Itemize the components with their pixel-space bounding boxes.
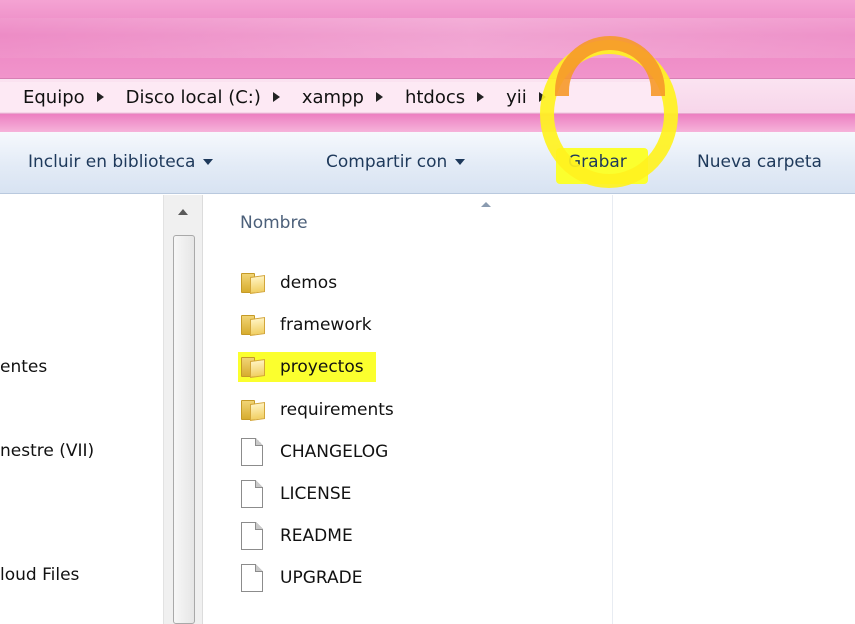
column-header-name[interactable]: Nombre <box>240 213 308 233</box>
list-item[interactable]: demos <box>241 268 337 298</box>
nav-item[interactable]: entes <box>0 357 47 377</box>
list-item-label: CHANGELOG <box>280 442 389 462</box>
list-item[interactable]: UPGRADE <box>241 563 362 593</box>
address-bar[interactable]: Equipo Disco local (C:) xampp htdocs yii <box>0 78 855 114</box>
include-library-button[interactable]: Incluir en biblioteca <box>28 152 214 172</box>
file-icon <box>241 564 263 592</box>
nav-pane-scrollbar[interactable] <box>163 195 203 624</box>
new-folder-button[interactable]: Nueva carpeta <box>697 152 822 172</box>
nav-item[interactable]: loud Files <box>0 565 79 585</box>
list-item[interactable]: CHANGELOG <box>241 437 388 467</box>
chevron-down-icon <box>455 159 466 165</box>
breadcrumb-item-disco-local[interactable]: Disco local (C:) <box>104 87 261 108</box>
list-item[interactable]: README <box>241 521 353 551</box>
list-item[interactable]: LICENSE <box>241 479 351 509</box>
breadcrumb-chevron-icon[interactable] <box>272 92 280 102</box>
folder-icon <box>241 357 265 379</box>
file-icon <box>241 522 263 550</box>
new-folder-label: Nueva carpeta <box>697 152 822 172</box>
breadcrumb-chevron-icon[interactable] <box>375 92 383 102</box>
breadcrumb-item-yii[interactable]: yii <box>484 87 527 108</box>
scrollbar-thumb[interactable] <box>173 235 195 624</box>
title-bar-glass <box>0 18 855 58</box>
list-item[interactable]: requirements <box>241 395 394 425</box>
address-bar-bottom-band <box>0 114 855 132</box>
file-icon <box>241 480 263 508</box>
list-item-label: LICENSE <box>280 484 352 504</box>
breadcrumb-item-htdocs[interactable]: htdocs <box>383 87 465 108</box>
file-icon <box>241 438 263 466</box>
list-item-label: demos <box>280 273 338 293</box>
list-item-label: requirements <box>280 400 394 420</box>
list-item-label: UPGRADE <box>280 568 363 588</box>
breadcrumb-item-equipo[interactable]: Equipo <box>0 87 85 108</box>
command-toolbar: Incluir en biblioteca Compartir con Grab… <box>0 132 855 194</box>
include-library-label: Incluir en biblioteca <box>28 152 196 172</box>
window-title-bar <box>0 0 855 78</box>
breadcrumb-chevron-icon[interactable] <box>477 92 485 102</box>
folder-icon <box>241 400 265 422</box>
breadcrumb-chevron-icon[interactable] <box>96 92 104 102</box>
folder-icon <box>241 315 265 337</box>
breadcrumb-item-xampp[interactable]: xampp <box>280 87 364 108</box>
folder-icon <box>241 273 265 295</box>
list-item[interactable]: proyectos <box>238 352 376 382</box>
share-with-label: Compartir con <box>326 152 448 172</box>
share-with-button[interactable]: Compartir con <box>326 152 466 172</box>
list-item-label: framework <box>280 315 372 335</box>
list-item-label: README <box>280 526 353 546</box>
column-divider[interactable] <box>612 195 613 624</box>
sort-ascending-icon <box>481 202 491 207</box>
list-item-label: proyectos <box>280 357 364 377</box>
list-item[interactable]: framework <box>241 310 372 340</box>
nav-item[interactable]: nestre (VII) <box>0 441 94 461</box>
chevron-down-icon <box>203 159 214 165</box>
scroll-up-arrow-icon[interactable] <box>178 209 188 215</box>
